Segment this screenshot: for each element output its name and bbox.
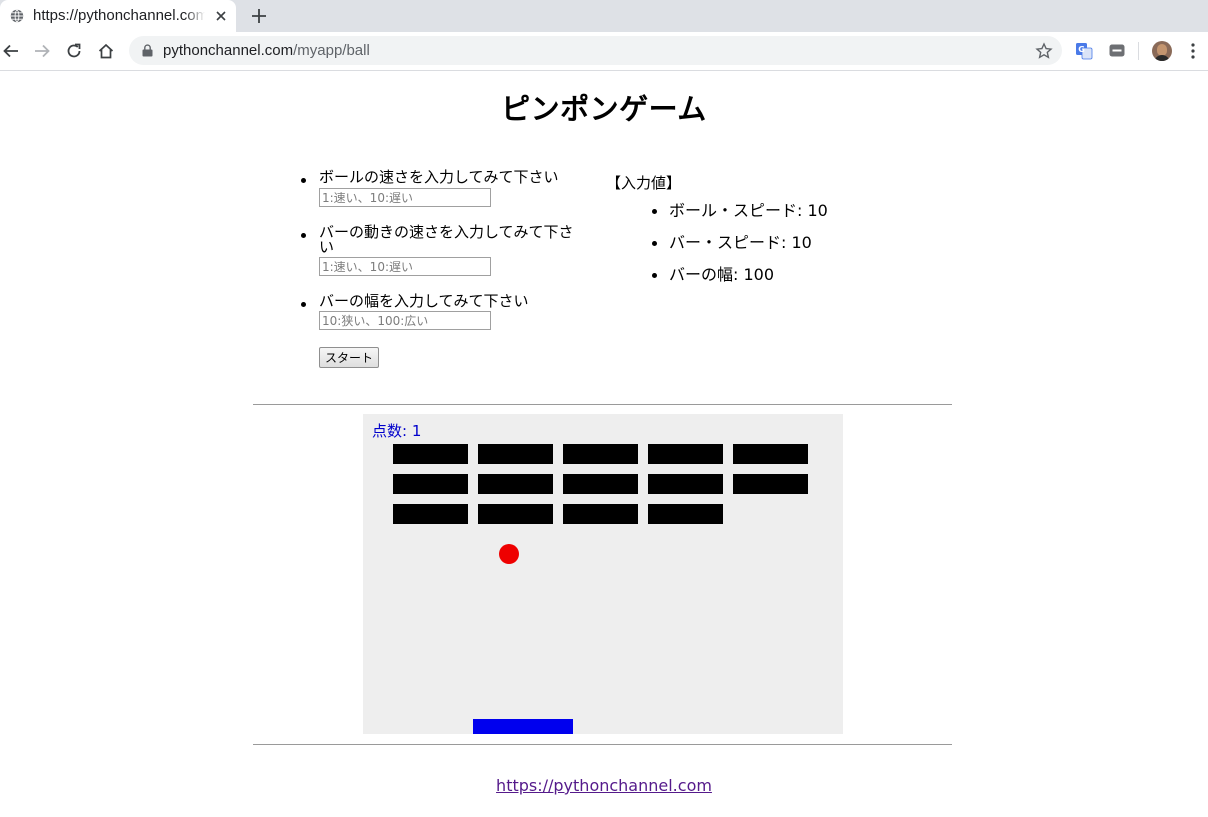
lock-icon[interactable] [142,44,153,57]
game-canvas[interactable]: 点数: 1 [363,414,843,734]
ball-speed-input[interactable] [319,188,491,207]
tab-title: https://pythonchannel.com/myapp/ball [33,7,205,24]
ball [499,544,519,564]
toolbar-divider [1138,42,1139,60]
brick [393,474,468,494]
brick [393,504,468,524]
divider-bottom [253,744,952,745]
bar-speed-value: バー・スピード: 10 [669,233,812,252]
bar-speed-label: バーの動きの速さを入力してみて下さい [319,223,574,256]
svg-text:G: G [1078,45,1085,54]
home-icon[interactable] [97,42,115,60]
brick [563,504,638,524]
back-arrow-icon[interactable] [2,42,20,60]
brick [478,504,553,524]
bullet [652,273,657,278]
browser-tab[interactable]: https://pythonchannel.com/myapp/ball [0,0,236,32]
translate-extension-icon[interactable]: G [1075,42,1093,60]
kebab-menu-icon[interactable] [1186,42,1200,60]
input-values-heading: 【入力値】 [606,174,682,192]
bar-width-input[interactable] [319,311,491,330]
bookmark-star-icon[interactable] [1035,42,1053,60]
brick [733,444,808,464]
new-tab-icon[interactable] [250,7,268,25]
bar-width-label: バーの幅を入力してみて下さい [319,292,529,310]
chat-extension-icon[interactable] [1108,42,1126,60]
bullet [652,241,657,246]
brick [563,474,638,494]
divider-top [253,404,952,405]
brick [648,444,723,464]
url-text[interactable]: pythonchannel.com/myapp/ball [163,42,370,59]
browser-toolbar: pythonchannel.com/myapp/ball G [0,32,1208,71]
page-title: ピンポンゲーム [501,92,707,126]
brick [393,444,468,464]
score-label: 点数: 1 [372,422,422,440]
brick [478,444,553,464]
ball-speed-value: ボール・スピード: 10 [669,201,828,220]
brick [648,504,723,524]
footer-link[interactable]: https://pythonchannel.com [496,776,712,795]
brick [733,474,808,494]
reload-icon[interactable] [65,42,83,60]
brick [563,444,638,464]
tab-strip: https://pythonchannel.com/myapp/ball [0,0,1208,32]
footer: https://pythonchannel.com [0,776,1208,795]
bar-width-value: バーの幅: 100 [669,265,775,284]
paddle [473,719,573,734]
url-host: pythonchannel.com [163,42,294,59]
address-bar[interactable]: pythonchannel.com/myapp/ball [129,36,1062,65]
brick [478,474,553,494]
url-path: /myapp/ball [293,42,370,59]
bullet [301,233,306,238]
globe-icon [10,9,24,23]
brick [648,474,723,494]
forward-arrow-icon[interactable] [33,42,51,60]
profile-avatar[interactable] [1152,41,1172,61]
bullet [652,209,657,214]
bullet [301,302,306,307]
avatar-body [1154,55,1170,61]
bar-speed-input[interactable] [319,257,491,276]
start-button[interactable]: スタート [319,347,379,368]
close-icon[interactable] [214,9,228,23]
bullet [301,178,306,183]
ball-speed-label: ボールの速さを入力してみて下さい [319,168,559,186]
